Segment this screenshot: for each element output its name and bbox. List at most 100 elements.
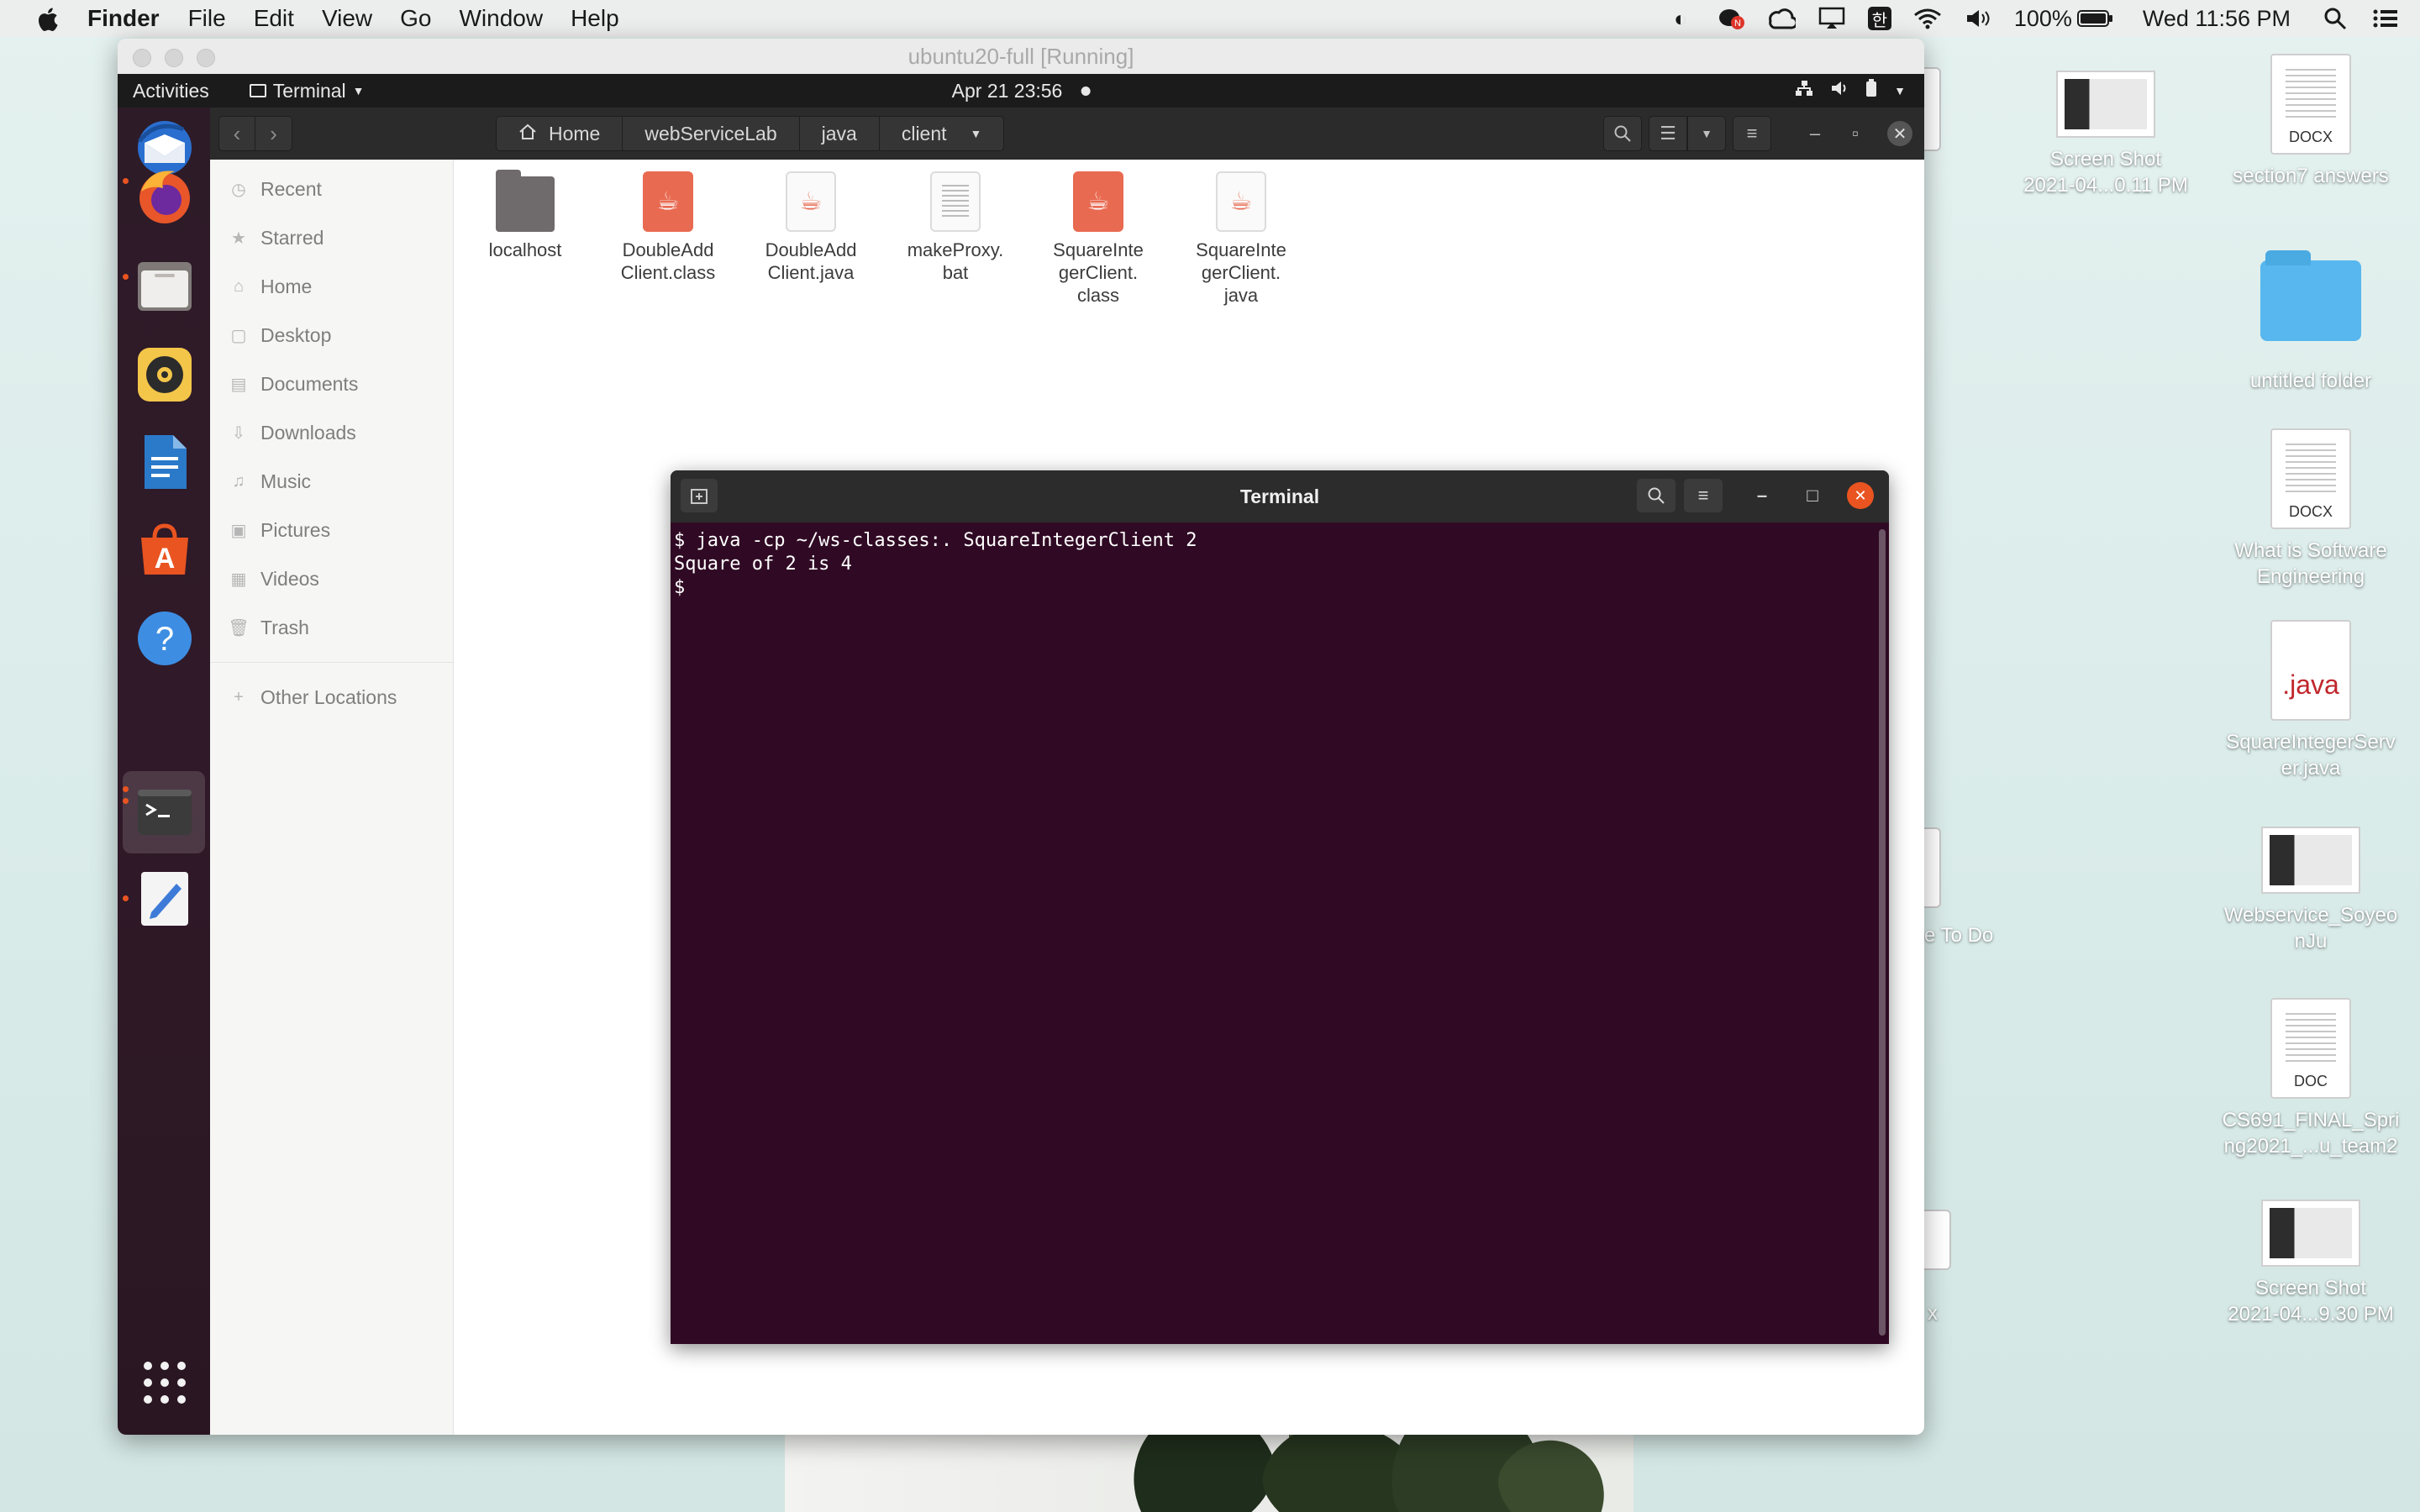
hamburger-menu-button[interactable]: ≡ — [1733, 116, 1771, 151]
sidebar-item-pictures[interactable]: ▣ Pictures — [210, 506, 453, 554]
close-window-button[interactable] — [133, 49, 151, 67]
path-crumb-client[interactable]: client ▼ — [879, 116, 1005, 151]
menubar-clock[interactable]: Wed 11:56 PM — [2143, 6, 2291, 32]
menubar-help[interactable]: Help — [571, 5, 619, 32]
desktop-icon-cs691-final[interactable]: DOC CS691_FINAL_Spri ng2021_...u_team2 — [2210, 998, 2412, 1159]
videos-icon: ▦ — [230, 570, 247, 589]
path-crumb-java[interactable]: java — [799, 116, 880, 151]
sidebar-item-label: Videos — [260, 567, 319, 590]
sidebar-item-home[interactable]: ⌂ Home — [210, 262, 453, 311]
file-name: SquareInte — [1053, 239, 1144, 260]
downloads-icon: ⇩ — [231, 423, 246, 443]
terminal-maximize-button[interactable]: □ — [1791, 479, 1833, 512]
firefox-icon[interactable] — [134, 166, 195, 227]
wifi-icon[interactable] — [1913, 4, 1942, 33]
app-menu-label: Terminal — [272, 79, 346, 102]
new-tab-button[interactable] — [681, 479, 718, 512]
terminal-output[interactable]: $ java -cp ~/ws-classes:. SquareIntegerC… — [671, 522, 1889, 606]
desktop-icon-untitled-folder[interactable]: untitled folder — [2210, 250, 2412, 394]
file-item-squareintegerclient-java[interactable]: ☕ SquareInte gerClient. java — [1178, 171, 1304, 307]
zoom-window-button[interactable] — [197, 49, 215, 67]
ubuntu-clock-text: Apr 21 23:56 — [951, 79, 1063, 102]
forward-button[interactable]: › — [255, 116, 292, 151]
minimize-button[interactable]: – — [1798, 116, 1832, 151]
app-menu[interactable]: Terminal ▼ — [249, 79, 365, 102]
documents-icon: ▤ — [230, 375, 247, 394]
maximize-button[interactable]: ▫ — [1839, 116, 1872, 151]
files-icon[interactable] — [134, 255, 195, 316]
desktop-icon-webservice-soyeonju[interactable]: Webservice_Soyeo nJu — [2210, 827, 2412, 954]
java-source-file-icon: ☕ — [786, 171, 836, 232]
battery-icon[interactable] — [2076, 4, 2114, 33]
desktop-icon-what-is-software-engineering[interactable]: DOCX What is Software Engineering — [2210, 428, 2412, 590]
desktop-icon-screenshot-2[interactable]: Screen Shot 2021-04...9.30 PM — [2210, 1200, 2412, 1327]
help-icon[interactable]: ? — [134, 608, 195, 669]
terminal-menu-button[interactable]: ≡ — [1684, 479, 1723, 512]
menubar-file[interactable]: File — [188, 5, 226, 32]
file-item-doubleaddclient-java[interactable]: ☕ DoubleAdd Client.java — [748, 171, 874, 284]
sidebar-item-label: Pictures — [260, 518, 331, 541]
file-item-squareintegerclient-class[interactable]: ☕ SquareInte gerClient. class — [1035, 171, 1161, 307]
view-list-button[interactable]: ☰ — [1649, 116, 1687, 151]
volume-icon[interactable] — [1964, 4, 1992, 33]
desktop-icon-squareintegerserver-java[interactable]: .java SquareIntegerServ er.java — [2210, 620, 2412, 781]
ubuntu-clock[interactable]: Apr 21 23:56 — [952, 80, 1091, 102]
sidebar-item-label: Other Locations — [260, 685, 397, 708]
notification-dot-icon — [1081, 86, 1091, 96]
menubar-window[interactable]: Window — [459, 5, 543, 32]
terminal-search-button[interactable] — [1637, 479, 1676, 512]
file-name: Client.class — [620, 262, 716, 283]
menubar-app-name[interactable]: Finder — [87, 5, 160, 32]
sidebar-item-music[interactable]: ♫ Music — [210, 457, 453, 506]
creative-cloud-icon[interactable] — [1767, 4, 1796, 33]
search-button[interactable] — [1603, 116, 1642, 151]
contrast-icon[interactable]: ◐ — [1666, 4, 1695, 33]
search-icon[interactable] — [2321, 4, 2349, 33]
file-item-localhost[interactable]: localhost — [462, 170, 588, 261]
menubar-go[interactable]: Go — [400, 5, 431, 32]
desktop-icon-screenshot-1[interactable]: Screen Shot 2021-04...0.11 PM — [2005, 71, 2207, 198]
close-button[interactable]: ✕ — [1887, 121, 1912, 146]
airplay-icon[interactable] — [1818, 4, 1846, 33]
view-options-button[interactable]: ▼ — [1687, 116, 1726, 151]
java-file-icon: .java — [2270, 620, 2351, 721]
terminal-minimize-button[interactable]: – — [1741, 479, 1783, 512]
terminal-icon[interactable] — [134, 781, 195, 842]
system-menu[interactable]: ▼ — [1795, 79, 1906, 102]
path-crumb-webservicelab[interactable]: webServiceLab — [623, 116, 800, 151]
file-item-makeproxy-bat[interactable]: makeProxy. bat — [892, 171, 1018, 284]
terminal-scrollbar[interactable] — [1879, 529, 1886, 1336]
control-center-icon[interactable] — [2371, 4, 2400, 33]
star-icon: ★ — [231, 228, 246, 248]
file-name: SquareInte — [1196, 239, 1286, 260]
sidebar-item-desktop[interactable]: ▢ Desktop — [210, 311, 453, 360]
text-editor-icon[interactable] — [134, 869, 195, 929]
sidebar-item-videos[interactable]: ▦ Videos — [210, 554, 453, 603]
desktop-icon-section7-answers[interactable]: DOCX section7 answers — [2210, 54, 2412, 189]
terminal-close-button[interactable]: ✕ — [1847, 482, 1874, 509]
apple-menu-icon[interactable] — [35, 6, 59, 31]
software-center-icon[interactable]: A — [134, 519, 195, 580]
file-item-doubleaddclient-class[interactable]: ☕ DoubleAdd Client.class — [605, 171, 731, 284]
notification-badge-icon[interactable]: N — [1717, 4, 1745, 33]
trash-icon: 🗑 — [228, 618, 250, 638]
sidebar-item-other-locations[interactable]: + Other Locations — [210, 673, 453, 722]
rhythmbox-icon[interactable] — [134, 344, 195, 405]
path-crumb-home[interactable]: Home — [496, 116, 623, 151]
activities-button[interactable]: Activities — [133, 80, 209, 102]
sidebar-item-starred[interactable]: ★ Starred — [210, 213, 453, 262]
home-icon: ⌂ — [233, 276, 245, 296]
places-sidebar: ◷ Recent ★ Starred ⌂ Home ▢ Desktop ▤ Documen… — [210, 160, 454, 1435]
minimize-window-button[interactable] — [165, 49, 183, 67]
sidebar-item-documents[interactable]: ▤ Documents — [210, 360, 453, 408]
input-korean-icon[interactable]: 한 — [1867, 7, 1891, 30]
libreoffice-writer-icon[interactable] — [134, 432, 195, 492]
battery-percentage[interactable]: 100% — [2014, 6, 2072, 32]
menubar-edit[interactable]: Edit — [254, 5, 294, 32]
show-applications-icon[interactable] — [134, 1352, 195, 1413]
sidebar-item-downloads[interactable]: ⇩ Downloads — [210, 408, 453, 457]
sidebar-item-recent[interactable]: ◷ Recent — [210, 165, 453, 213]
menubar-view[interactable]: View — [322, 5, 372, 32]
back-button[interactable]: ‹ — [218, 116, 255, 151]
sidebar-item-trash[interactable]: 🗑 Trash — [210, 603, 453, 652]
